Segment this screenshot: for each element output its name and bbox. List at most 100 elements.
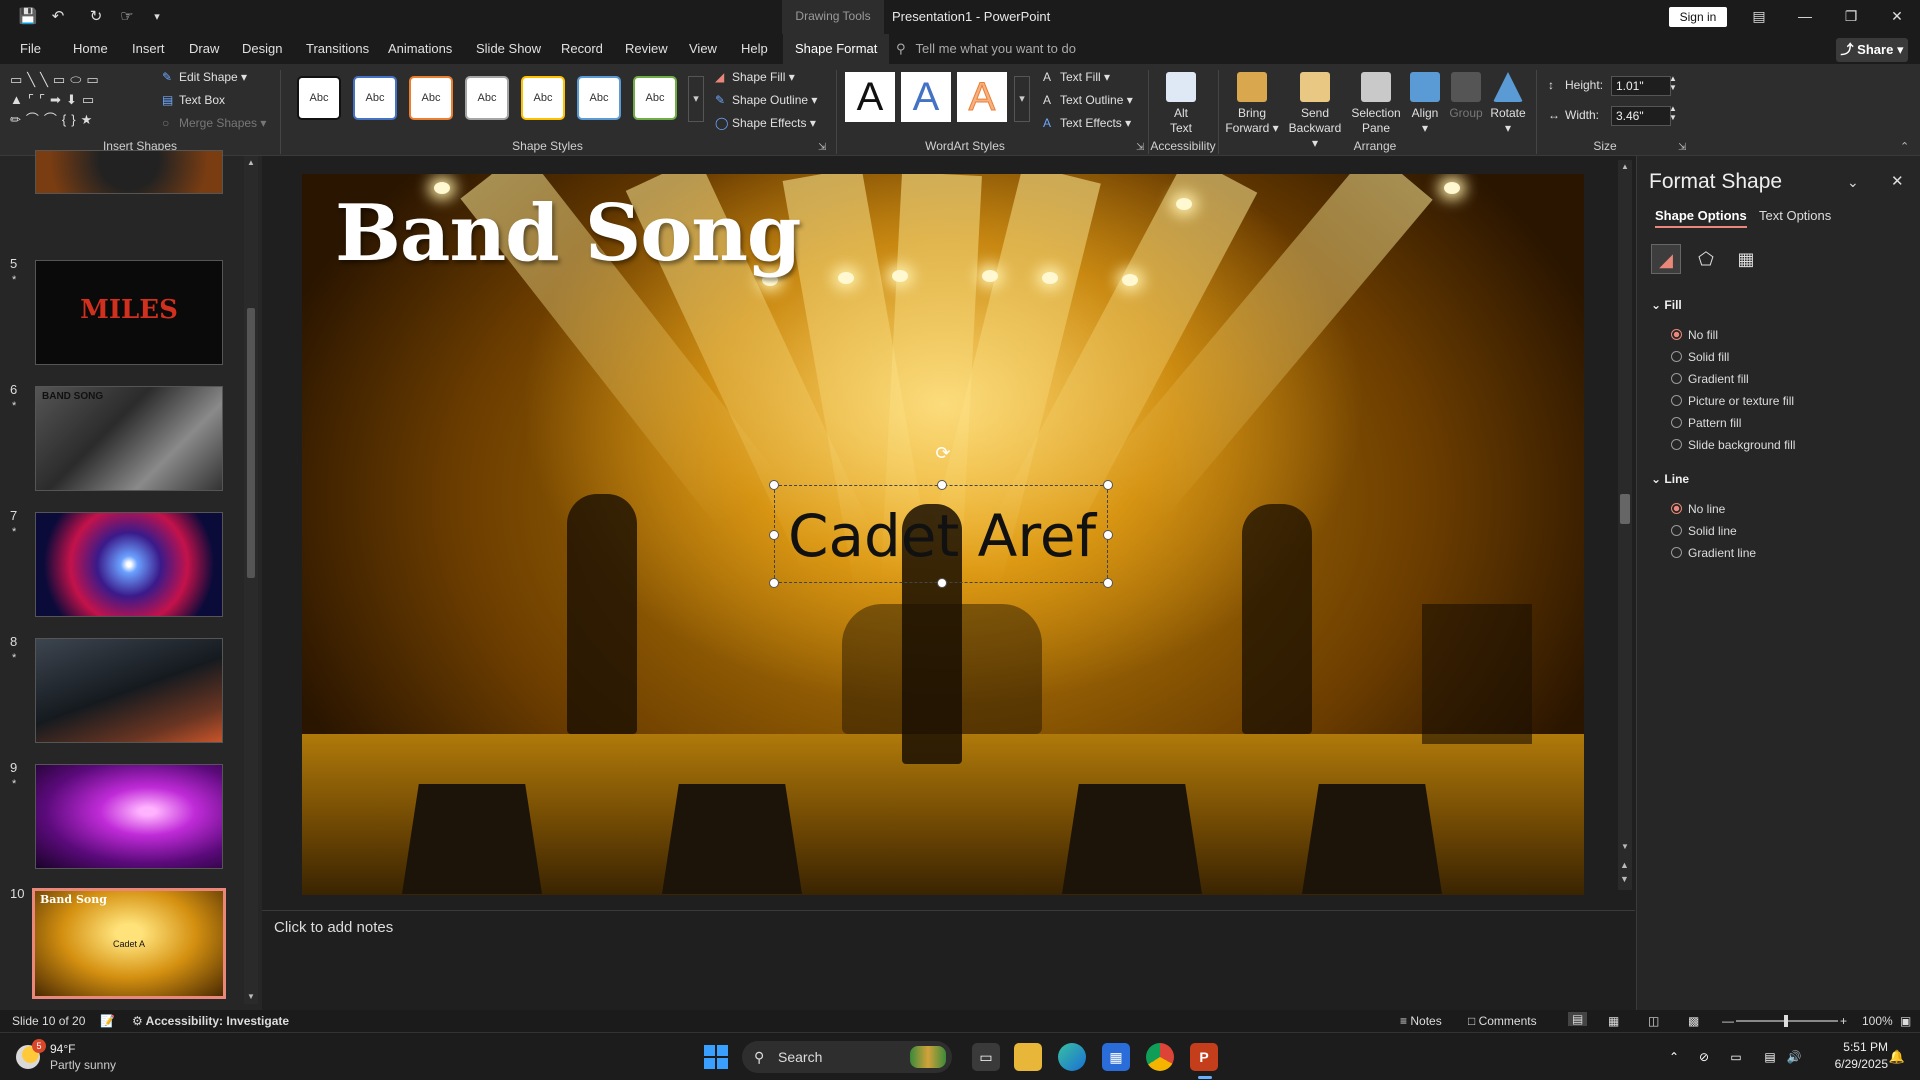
bring-forward-button[interactable]: Bring Forward ▾ (1224, 72, 1280, 136)
redo-icon[interactable]: ↻ (85, 6, 107, 28)
radio-slide-background-fill[interactable]: Slide background fill (1671, 438, 1795, 452)
slide-thumbnail-8[interactable] (35, 638, 223, 743)
rotate-button[interactable]: Rotate ▾ (1488, 72, 1528, 136)
zoom-slider-thumb[interactable] (1784, 1015, 1788, 1027)
fill-line-icon[interactable]: ◢ (1651, 244, 1681, 274)
tab-view[interactable]: View (689, 34, 717, 64)
taskbar-search[interactable]: ⚲ Search (742, 1041, 952, 1073)
slide-title[interactable]: Band Song (335, 188, 801, 279)
shape-style-7[interactable]: Abc (633, 76, 677, 120)
shape-style-5[interactable]: Abc (521, 76, 565, 120)
tab-slide-show[interactable]: Slide Show (476, 34, 541, 64)
normal-view-icon[interactable]: ▤ (1568, 1012, 1588, 1026)
display-icon[interactable]: ▭ (1726, 1043, 1746, 1071)
effects-icon[interactable]: ⬠ (1691, 244, 1721, 274)
close-button[interactable]: ✕ (1874, 0, 1920, 34)
selected-text[interactable]: Cadet Aref (775, 502, 1109, 570)
clock[interactable]: 5:51 PM 6/29/2025 (1814, 1039, 1888, 1073)
shape-effects-button[interactable]: ◯ Shape Effects ▾ (715, 116, 816, 130)
tab-design[interactable]: Design (242, 34, 282, 64)
task-view-icon[interactable]: ▭ (972, 1043, 1000, 1071)
dialog-launcher-icon[interactable]: ⇲ (818, 142, 826, 153)
height-spin-icon[interactable]: ▲ ▼ (1669, 74, 1677, 92)
zoom-slider[interactable] (1736, 1015, 1838, 1027)
comments-toggle[interactable]: □ Comments (1468, 1014, 1537, 1028)
width-spin-icon[interactable]: ▲ ▼ (1669, 104, 1677, 122)
share-button[interactable]: ⤴ Share ▾ (1836, 38, 1908, 62)
start-button[interactable] (704, 1045, 728, 1069)
resize-handle[interactable] (1103, 578, 1113, 588)
notes-pane[interactable]: Click to add notes (262, 910, 1635, 1010)
dialog-launcher-icon[interactable]: ⇲ (1136, 142, 1144, 153)
slide-thumbnail-6[interactable]: BAND SONG (35, 386, 223, 491)
tab-animations[interactable]: Animations (388, 34, 452, 64)
touch-mode-icon[interactable]: ☞ (116, 6, 138, 28)
radio-no-fill[interactable]: No fill (1671, 328, 1718, 342)
resize-handle[interactable] (769, 480, 779, 490)
minimize-button[interactable]: — (1782, 0, 1828, 34)
shape-style-4[interactable]: Abc (465, 76, 509, 120)
slide-thumbnail-4[interactable] (35, 150, 223, 194)
file-explorer-icon[interactable] (1014, 1043, 1042, 1071)
wordart-style-orange[interactable]: A (957, 72, 1007, 122)
radio-gradient-fill[interactable]: Gradient fill (1671, 372, 1749, 386)
undo-icon[interactable]: ↶ (47, 6, 69, 28)
fit-slide-icon[interactable]: ▣ (1900, 1014, 1911, 1028)
notes-toggle[interactable]: ≡ Notes (1400, 1014, 1442, 1028)
shape-styles-more-icon[interactable]: ▾ (688, 76, 704, 122)
tab-review[interactable]: Review (625, 34, 668, 64)
tab-shape-options[interactable]: Shape Options (1655, 208, 1747, 228)
text-effects-button[interactable]: A Text Effects ▾ (1043, 116, 1131, 130)
thumbnail-scrollbar[interactable]: ▲ ▼ (244, 156, 258, 1004)
tab-shape-format[interactable]: Shape Format (783, 34, 890, 64)
tab-help[interactable]: Help (741, 34, 768, 64)
network-icon[interactable]: ▤ (1760, 1043, 1780, 1071)
accessibility-status[interactable]: ⚙ Accessibility: Investigate (132, 1014, 289, 1028)
line-section-header[interactable]: ⌄ Line (1651, 472, 1689, 486)
size-properties-icon[interactable]: ▦ (1731, 244, 1761, 274)
wordart-style-blue[interactable]: A (901, 72, 951, 122)
radio-gradient-line[interactable]: Gradient line (1671, 546, 1756, 560)
selection-pane-button[interactable]: Selection Pane (1350, 72, 1402, 136)
customize-icon[interactable]: ▾ (146, 6, 168, 28)
tab-text-options[interactable]: Text Options (1759, 208, 1831, 223)
reading-view-icon[interactable]: ◫ (1648, 1014, 1659, 1028)
slide-thumbnail-5[interactable]: MILES (35, 260, 223, 365)
scroll-down-icon[interactable]: ▼ (1621, 842, 1629, 851)
zoom-level[interactable]: 100% (1862, 1014, 1893, 1028)
shape-fill-button[interactable]: ◢ Shape Fill ▾ (715, 70, 795, 84)
zoom-in-icon[interactable]: + (1840, 1014, 1847, 1028)
selected-text-box[interactable]: Cadet Aref (774, 485, 1108, 583)
resize-handle[interactable] (937, 480, 947, 490)
resize-handle[interactable] (937, 578, 947, 588)
maximize-button[interactable]: ❐ (1828, 0, 1874, 34)
tab-transitions[interactable]: Transitions (306, 34, 369, 64)
chevron-down-icon[interactable]: ⌄ (1847, 174, 1859, 191)
scroll-down-icon[interactable]: ▼ (247, 992, 255, 1001)
powerpoint-icon[interactable]: P (1190, 1043, 1218, 1071)
dialog-launcher-icon[interactable]: ⇲ (1678, 142, 1686, 153)
rotate-handle-icon[interactable]: ⟳ (933, 443, 953, 463)
shape-outline-button[interactable]: ✎ Shape Outline ▾ (715, 93, 817, 107)
shape-gallery[interactable]: ▭╲╲▭⬭▭ ▲⌜⌜➡⬇▭ ✏⌒⌒{}★ (10, 70, 132, 134)
close-icon[interactable]: ✕ (1891, 172, 1904, 190)
edit-shape-button[interactable]: ✎ Edit Shape ▾ (162, 70, 247, 84)
shape-style-2[interactable]: Abc (353, 76, 397, 120)
slide-sorter-icon[interactable]: ▦ (1608, 1014, 1619, 1028)
meet-now-icon[interactable]: ⊘ (1694, 1043, 1714, 1071)
tab-insert[interactable]: Insert (132, 34, 165, 64)
shape-style-3[interactable]: Abc (409, 76, 453, 120)
previous-slide-icon[interactable]: ▲ (1620, 860, 1629, 870)
spelling-icon[interactable]: 📝 (100, 1014, 115, 1028)
alt-text-button[interactable]: Alt Text (1160, 72, 1202, 136)
notification-bell-icon[interactable]: 🔔 (1886, 1043, 1908, 1071)
shape-style-1[interactable]: Abc (297, 76, 341, 120)
scroll-up-icon[interactable]: ▲ (1621, 162, 1629, 171)
shape-style-6[interactable]: Abc (577, 76, 621, 120)
radio-solid-fill[interactable]: Solid fill (1671, 350, 1729, 364)
store-icon[interactable]: ▦ (1102, 1043, 1130, 1071)
volume-icon[interactable]: 🔊 (1784, 1043, 1804, 1071)
tab-draw[interactable]: Draw (189, 34, 219, 64)
save-icon[interactable]: 💾 (17, 6, 39, 28)
show-hidden-icons[interactable]: ⌃ (1664, 1043, 1684, 1071)
